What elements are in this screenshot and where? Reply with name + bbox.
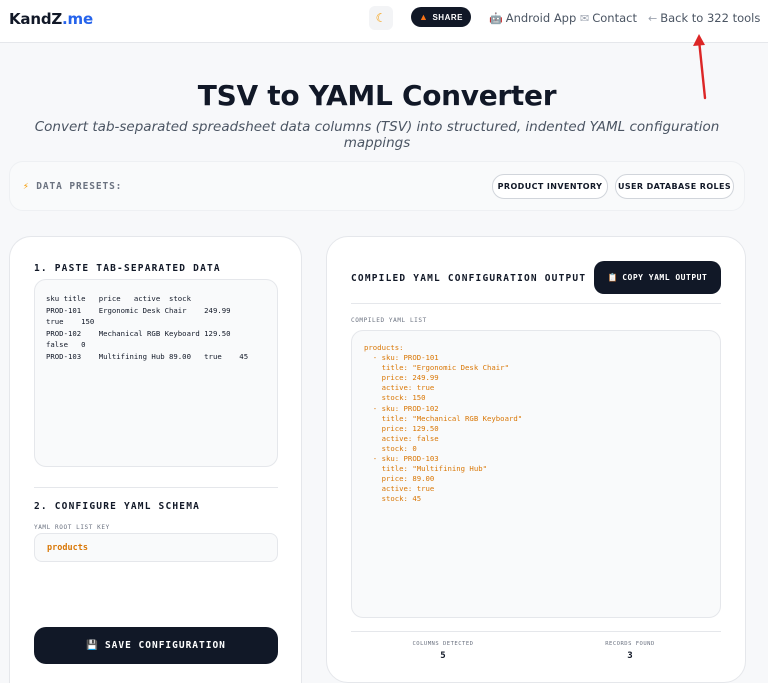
yaml-list-label: COMPILED YAML LIST [351, 317, 427, 324]
moon-icon[interactable]: ☾ [369, 6, 393, 30]
output-title: COMPILED YAML CONFIGURATION OUTPUT [351, 273, 587, 284]
preset-user-database-roles-button[interactable]: USER DATABASE ROLES [615, 174, 734, 199]
divider [34, 487, 278, 488]
envelope-icon: ✉ [580, 11, 590, 25]
section-schema-title: 2. CONFIGURE YAML SCHEMA [34, 501, 201, 512]
save-configuration-button[interactable]: 💾 SAVE CONFIGURATION [34, 627, 278, 664]
output-panel: COMPILED YAML CONFIGURATION OUTPUT 📋 COP… [326, 236, 746, 683]
yaml-output-box[interactable]: products: - sku: PROD-101 title: "Ergono… [351, 330, 721, 618]
page-subtitle: Convert tab-separated spreadsheet data c… [34, 119, 720, 151]
divider [351, 631, 721, 632]
clipboard-icon: 📋 [607, 273, 619, 282]
data-presets-bar: ⚡ DATA PRESETS: PRODUCT INVENTORY USER D… [9, 161, 745, 211]
nav-contact[interactable]: ✉ Contact [580, 11, 637, 25]
tsv-input-textarea[interactable]: sku title price active stock PROD-101 Er… [34, 279, 278, 467]
records-found-label: RECORDS FOUND [605, 641, 655, 647]
nav-android-app[interactable]: 🤖 Android App [489, 11, 576, 25]
divider [351, 303, 721, 304]
root-key-label: YAML ROOT LIST KEY [34, 524, 110, 531]
share-icon: ▲ [419, 12, 429, 22]
floppy-disk-icon: 💾 [86, 640, 99, 651]
lightning-icon: ⚡ [23, 181, 30, 192]
share-button[interactable]: ▲ SHARE [411, 7, 471, 27]
input-panel: 1. PASTE TAB-SEPARATED DATA sku title pr… [9, 236, 302, 683]
presets-label: ⚡ DATA PRESETS: [23, 181, 123, 192]
preset-product-inventory-button[interactable]: PRODUCT INVENTORY [492, 174, 608, 199]
records-found-value: 3 [627, 651, 633, 661]
section-paste-title: 1. PASTE TAB-SEPARATED DATA [34, 263, 221, 274]
copy-yaml-output-button[interactable]: 📋 COPY YAML OUTPUT [594, 261, 721, 294]
root-key-input[interactable] [34, 533, 278, 562]
nav-back-to-tools[interactable]: ← Back to 322 tools [648, 11, 760, 25]
columns-detected-value: 5 [440, 651, 446, 661]
page-title: TSV to YAML Converter [197, 79, 557, 112]
robot-icon: 🤖 [489, 11, 503, 25]
brand-logo[interactable]: KandZ.me [9, 10, 93, 28]
columns-detected-label: COLUMNS DETECTED [412, 641, 474, 647]
top-navigation-bar: KandZ.me ☾ ▲ SHARE 🤖 Android App ✉ Conta… [0, 0, 768, 43]
arrow-left-icon: ← [648, 11, 658, 25]
